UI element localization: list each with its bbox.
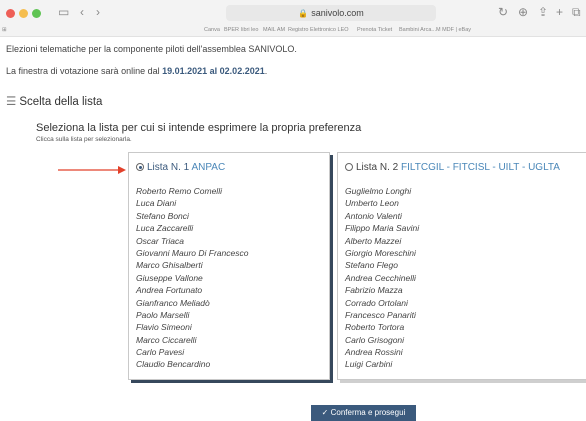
list-card-1[interactable]: Lista N. 1 ANPAC Roberto Remo Comelli Lu… bbox=[128, 152, 330, 380]
candidate-name: Flavio Simeoni bbox=[136, 322, 192, 333]
reload-icon[interactable]: ↻ bbox=[498, 5, 508, 19]
section-title: Scelta della lista bbox=[19, 96, 103, 108]
bookmark-item[interactable]: Bambini Arca...M MDF | eBay bbox=[399, 27, 471, 33]
candidate-name: Antonio Valenti bbox=[345, 210, 402, 221]
bookmark-item[interactable]: Prenota Ticket bbox=[357, 27, 392, 33]
radio-selected-icon[interactable] bbox=[136, 163, 144, 171]
red-arrow-icon bbox=[58, 166, 126, 174]
candidate-name: Luigi Carbini bbox=[345, 359, 393, 370]
list-card-header[interactable]: Lista N. 2 FILTCGIL - FITCISL - UILT - U… bbox=[345, 162, 560, 173]
candidate-name: Carlo Grisogoni bbox=[345, 334, 405, 345]
candidate-name: Roberto Remo Comelli bbox=[136, 186, 222, 196]
list-card-2[interactable]: Lista N. 2 FILTCGIL - FITCISL - UILT - U… bbox=[337, 152, 586, 380]
new-tab-icon[interactable]: + bbox=[556, 5, 563, 19]
candidate-name: Andrea Cecchinelli bbox=[345, 272, 416, 283]
share-icon[interactable]: ⇪ bbox=[538, 5, 548, 19]
candidate-name: Luca Zaccarelli bbox=[136, 223, 194, 234]
tabs-overview-icon[interactable]: ⧉ bbox=[572, 5, 581, 20]
window-suffix: . bbox=[264, 66, 268, 76]
browser-toolbar: ▭ ‹ › 🔒 sanivolo.com ↻ ⊕ ⇪ + ⧉ ⊞ Canva BP… bbox=[0, 0, 586, 37]
sidebar-icon[interactable]: ▭ bbox=[58, 5, 69, 19]
address-bar[interactable]: 🔒 sanivolo.com bbox=[226, 5, 436, 21]
forward-icon[interactable]: › bbox=[96, 5, 100, 19]
list-card-header[interactable]: Lista N. 1 ANPAC bbox=[136, 162, 225, 173]
candidate-name: Giuseppe Vallone bbox=[136, 272, 203, 283]
selection-prompt: Seleziona la lista per cui si intende es… bbox=[36, 122, 362, 134]
selection-hint: Clicca sulla lista per selezionarla. bbox=[36, 136, 132, 143]
candidate-name: Gianfranco Meliadò bbox=[136, 297, 210, 308]
date-to: 02.02.2021 bbox=[219, 66, 265, 76]
window-mid: al bbox=[207, 66, 220, 76]
candidate-list: Guglielmo Longhi Umberto Leon Antonio Va… bbox=[345, 185, 419, 371]
close-window-button[interactable] bbox=[6, 9, 15, 18]
window-prefix: La finestra di votazione sarà online dal bbox=[6, 66, 163, 76]
candidate-name: Guglielmo Longhi bbox=[345, 186, 412, 196]
candidate-name: Marco Ciccarelli bbox=[136, 334, 197, 345]
candidate-name: Marco Ghisalberti bbox=[136, 260, 203, 271]
candidate-name: Giorgio Moreschini bbox=[345, 247, 416, 258]
download-icon[interactable]: ⊕ bbox=[518, 5, 528, 19]
bookmark-item[interactable]: BPER bbox=[224, 27, 239, 33]
bookmark-item[interactable]: Registro Elettronico LEO bbox=[288, 27, 349, 33]
bookmark-item[interactable]: Canva bbox=[204, 27, 220, 33]
list-label: Lista N. 2 bbox=[356, 162, 402, 173]
candidate-name: Roberto Tortora bbox=[345, 322, 405, 333]
bookmark-item[interactable]: libri leo bbox=[241, 27, 258, 33]
back-icon[interactable]: ‹ bbox=[80, 5, 84, 19]
candidate-name: Carlo Pavesi bbox=[136, 347, 185, 358]
voting-window-text: La finestra di votazione sarà online dal… bbox=[6, 66, 267, 76]
list-organization: ANPAC bbox=[191, 162, 226, 173]
page-title: Elezioni telematiche per la componente p… bbox=[6, 44, 297, 54]
bookmark-item[interactable]: MAIL AM bbox=[263, 27, 285, 33]
candidate-name: Corrado Ortolani bbox=[345, 297, 408, 308]
candidate-name: Oscar Triaca bbox=[136, 235, 185, 246]
section-heading: ☰ Scelta della lista bbox=[6, 94, 102, 108]
candidate-name: Luca Diani bbox=[136, 198, 177, 209]
candidate-name: Andrea Fortunato bbox=[136, 285, 203, 296]
list-label: Lista N. 1 bbox=[147, 162, 192, 173]
confirm-button[interactable]: ✓ Conferma e prosegui bbox=[311, 405, 416, 421]
maximize-window-button[interactable] bbox=[32, 9, 41, 18]
candidate-list: Roberto Remo Comelli Luca Diani Stefano … bbox=[136, 185, 248, 371]
candidate-name: Francesco Panariti bbox=[345, 309, 416, 320]
candidate-name: Filippo Maria Savini bbox=[345, 223, 420, 234]
candidate-name: Giovanni Mauro Di Francesco bbox=[136, 247, 249, 258]
candidate-name: Andrea Rossini bbox=[345, 347, 403, 358]
candidate-name: Stefano Flego bbox=[345, 260, 398, 271]
bookmarks-bar: ⊞ Canva BPER libri leo MAIL AM Registro … bbox=[0, 27, 586, 36]
grid-icon[interactable]: ⊞ bbox=[2, 27, 7, 33]
url-text: sanivolo.com bbox=[311, 8, 364, 18]
candidate-name: Stefano Bonci bbox=[136, 210, 189, 221]
candidate-name: Paolo Marselli bbox=[136, 309, 190, 320]
candidate-name: Fabrizio Mazza bbox=[345, 285, 403, 296]
candidate-name: Umberto Leon bbox=[345, 198, 399, 209]
list-organization: FILTCGIL - FITCISL - UILT - UGLTA bbox=[401, 162, 560, 173]
list-icon: ☰ bbox=[6, 96, 17, 108]
lock-icon: 🔒 bbox=[298, 9, 309, 18]
candidate-name: Claudio Bencardino bbox=[136, 359, 211, 370]
date-from: 19.01.2021 bbox=[162, 66, 208, 76]
minimize-window-button[interactable] bbox=[19, 9, 28, 18]
radio-unselected-icon[interactable] bbox=[345, 163, 353, 171]
candidate-name: Alberto Mazzei bbox=[345, 235, 402, 246]
